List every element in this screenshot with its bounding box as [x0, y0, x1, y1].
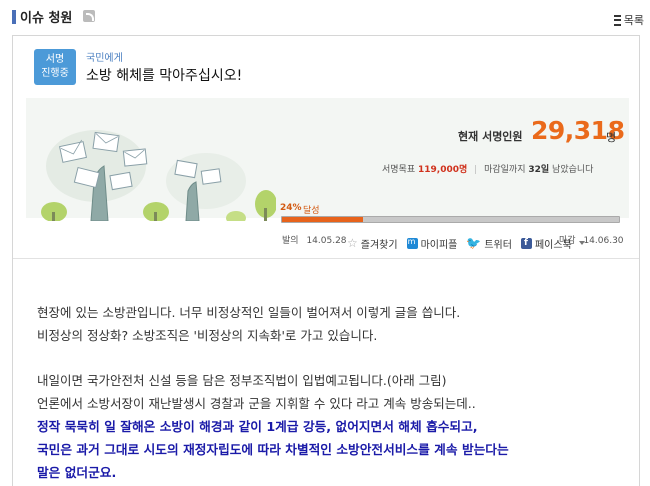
facebook-icon	[520, 237, 532, 249]
twitter-icon: 🐦	[466, 236, 482, 250]
progress-suffix: 달성	[303, 206, 320, 216]
chevron-down-icon[interactable]	[578, 241, 585, 245]
petition-panel: 서명 진행중 국민에게 소방 해체를 막아주십시오! 현재 서명인원 29,31…	[12, 35, 640, 486]
list-label: 목록	[623, 14, 644, 27]
body-blank-line	[37, 348, 637, 371]
list-button[interactable]: 목록	[613, 12, 644, 28]
rss-icon[interactable]	[83, 10, 95, 22]
body-line-emphasis: 말은 없더군요.	[37, 464, 117, 480]
twitter-label: 트위터	[484, 239, 512, 251]
body-line-emphasis: 정작 묵묵히 일 잘해온 소방이 해경과 같이 1계급 강등, 없어지면서 해체…	[37, 418, 478, 434]
list-icon	[613, 14, 621, 26]
bookmark-label: 즐겨찾기	[360, 239, 398, 251]
progress-fill	[282, 217, 363, 222]
body-line: 내일이면 국가안전처 신설 등을 담은 정부조직법이 입법예고됩니다.(아래 그…	[37, 373, 447, 389]
facebook-share-button[interactable]: 페이스북	[520, 236, 585, 251]
star-icon: ☆	[347, 236, 358, 250]
start-label: 발의	[282, 236, 299, 246]
body-line: 비정상의 정상화? 소방조직은 '비정상의 지속화'로 가고 있습니다.	[37, 327, 378, 343]
goal-value: 119,000명	[418, 165, 468, 175]
stats-box: 현재 서명인원 29,318 명 서명목표 119,000명 | 마감일까지 3…	[26, 98, 629, 246]
goal-label: 서명목표	[382, 165, 416, 175]
status-badge: 서명 진행중	[34, 49, 76, 85]
current-count-label: 현재 서명인원	[458, 130, 523, 143]
petition-title: 소방 해체를 막아주십시오!	[86, 68, 243, 84]
deadline-label: 마감일까지	[484, 165, 526, 175]
bookmark-button[interactable]: ☆ 즐겨찾기	[347, 236, 398, 251]
facebook-label: 페이스북	[534, 239, 572, 251]
current-count-unit: 명	[606, 131, 617, 144]
goal-row: 서명목표 119,000명 | 마감일까지 32일 남았습니다	[382, 165, 594, 175]
mypeople-label: 마이피플	[420, 239, 458, 251]
header-accent-bar	[12, 10, 16, 24]
petition-illustration	[41, 130, 276, 221]
body-line: 언론에서 소방서장이 재난발생시 경찰과 군을 지휘할 수 있다 라고 계속 방…	[37, 396, 476, 412]
petition-recipient: 국민에게	[86, 53, 123, 64]
progress-percent: 24%	[280, 203, 302, 213]
page-title: 이슈 청원	[20, 11, 73, 26]
deadline-suffix: 남았습니다	[552, 165, 594, 175]
status-line-1: 서명	[45, 54, 65, 65]
mypeople-icon	[406, 237, 418, 249]
deadline-days: 32일	[528, 165, 550, 175]
body-line: 현장에 있는 소방관입니다. 너무 비정상적인 일들이 벌어져서 이렇게 글을 …	[37, 305, 461, 320]
section-divider	[13, 258, 639, 259]
twitter-share-button[interactable]: 🐦 트위터	[466, 236, 512, 251]
start-date: 14.05.28	[306, 236, 347, 246]
progress-bar	[281, 216, 620, 223]
page-header: 이슈 청원 목록	[0, 0, 650, 30]
petition-body: 현장에 있는 소방관입니다. 너무 비정상적인 일들이 벌어져서 이렇게 글을 …	[37, 302, 637, 484]
share-bar: ☆ 즐겨찾기 마이피플 🐦 트위터 페이스북	[347, 235, 594, 251]
start-date-row: 발의 14.05.28	[282, 233, 347, 246]
status-line-2: 진행중	[41, 68, 69, 79]
mypeople-share-button[interactable]: 마이피플	[406, 236, 458, 251]
body-line-emphasis: 국민은 과거 그대로 시도의 재정자립도에 따라 차별적인 소방안전서비스를 계…	[37, 441, 509, 457]
